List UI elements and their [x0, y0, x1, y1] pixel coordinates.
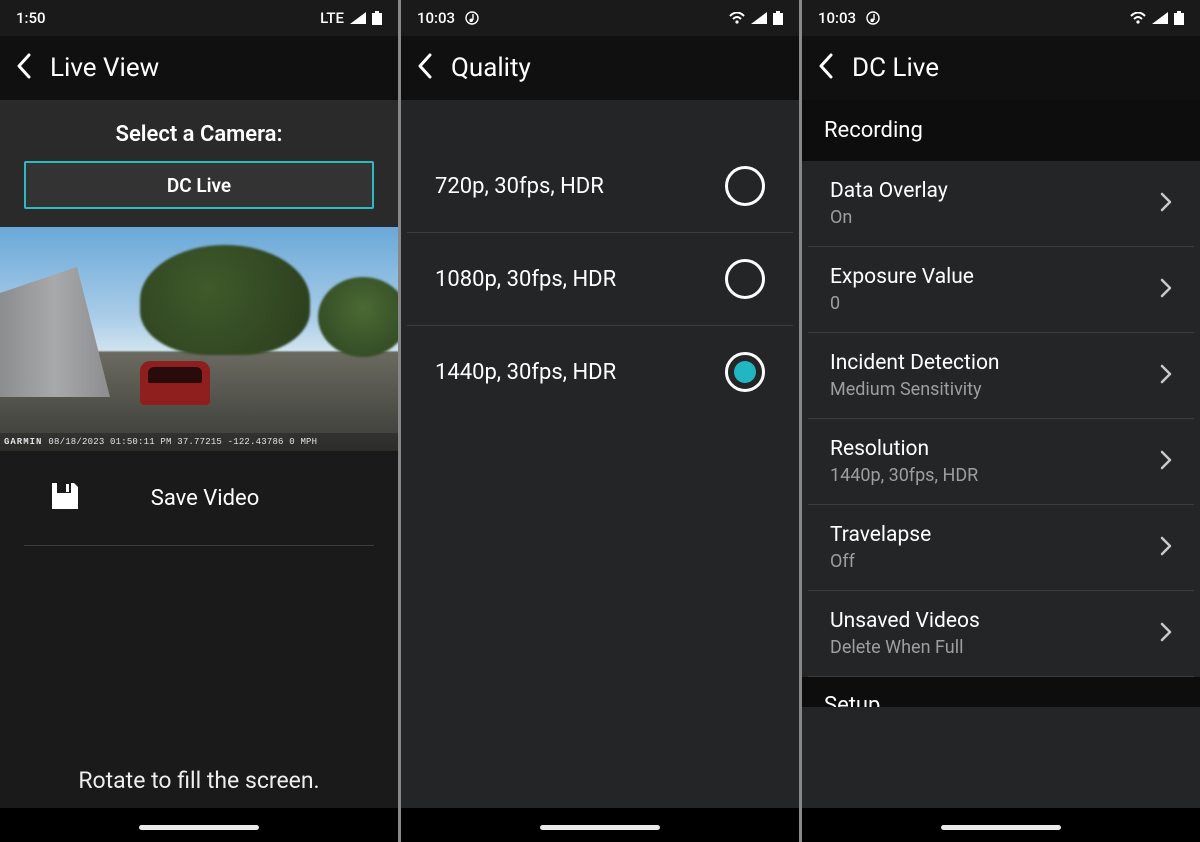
setting-name: Incident Detection [830, 351, 1000, 375]
radio-button[interactable] [725, 259, 765, 299]
chevron-right-icon [1160, 192, 1172, 216]
quality-option-label: 720p, 30fps, HDR [435, 174, 604, 199]
preview-overlay-text: 08/18/2023 01:50:11 PM 37.77215 -122.437… [48, 437, 317, 447]
quality-option[interactable]: 1440p, 30fps, HDR [407, 326, 793, 418]
setting-name: Unsaved Videos [830, 609, 980, 633]
radio-button[interactable] [725, 166, 765, 206]
chevron-right-icon [1160, 450, 1172, 474]
home-indicator[interactable] [139, 825, 259, 830]
status-bar: 10:03 [401, 0, 799, 36]
header: DC Live [802, 36, 1200, 100]
wifi-icon [1130, 12, 1146, 24]
status-time: 1:50 [16, 9, 46, 27]
chevron-left-icon [16, 53, 32, 79]
quality-option-label: 1080p, 30fps, HDR [435, 267, 616, 292]
setting-value: Delete When Full [830, 637, 980, 658]
preview-overlay-strip: GARMIN 08/18/2023 01:50:11 PM 37.77215 -… [0, 433, 398, 451]
quality-option[interactable]: 1080p, 30fps, HDR [407, 233, 793, 326]
live-preview[interactable]: GARMIN 08/18/2023 01:50:11 PM 37.77215 -… [0, 227, 398, 451]
rotate-hint: Rotate to fill the screen. [0, 767, 398, 794]
setting-value: 1440p, 30fps, HDR [830, 465, 978, 486]
camera-select-button[interactable]: DC Live [24, 161, 374, 209]
section-header-recording: Recording [802, 100, 1200, 161]
back-button[interactable] [417, 53, 433, 83]
status-bar: 10:03 [802, 0, 1200, 36]
camera-select-wrap: DC Live [0, 161, 398, 227]
setting-row[interactable]: Unsaved Videos Delete When Full [808, 591, 1194, 677]
signal-icon [1152, 12, 1168, 24]
signal-icon [751, 12, 767, 24]
page-title: DC Live [852, 53, 939, 83]
setting-row[interactable]: Incident Detection Medium Sensitivity [808, 333, 1194, 419]
save-video-button[interactable]: Save Video [24, 451, 374, 546]
signal-icon [350, 12, 366, 24]
header: Live View [0, 36, 398, 100]
setting-value: Off [830, 551, 931, 572]
setting-row[interactable]: Resolution 1440p, 30fps, HDR [808, 419, 1194, 505]
save-video-label: Save Video [60, 486, 350, 511]
chevron-right-icon [1160, 278, 1172, 302]
battery-icon [372, 11, 382, 25]
wifi-icon [729, 12, 745, 24]
setting-name: Exposure Value [830, 265, 974, 289]
setting-value: Medium Sensitivity [830, 379, 1000, 400]
page-title: Live View [50, 53, 159, 83]
back-button[interactable] [818, 53, 834, 83]
status-bar: 1:50 LTE [0, 0, 398, 36]
music-note-icon [465, 11, 479, 25]
home-indicator[interactable] [941, 825, 1061, 830]
setting-row[interactable]: Exposure Value 0 [808, 247, 1194, 333]
header: Quality [401, 36, 799, 100]
chevron-left-icon [818, 53, 834, 79]
setting-row[interactable]: Data Overlay On [808, 161, 1194, 247]
screen-dc-live-settings: 10:03 DC Live Recording Data Overlay On Ex… [802, 0, 1200, 842]
select-camera-label: Select a Camera: [0, 100, 398, 161]
settings-list: Data Overlay On Exposure Value 0 Incident De… [802, 161, 1200, 677]
chevron-left-icon [417, 53, 433, 79]
back-button[interactable] [16, 53, 32, 83]
radio-button[interactable] [725, 352, 765, 392]
setting-value: On [830, 207, 948, 228]
battery-icon [773, 11, 783, 25]
chevron-right-icon [1160, 536, 1172, 560]
status-time: 10:03 [417, 9, 455, 27]
quality-option[interactable]: 720p, 30fps, HDR [407, 140, 793, 233]
screen-quality: 10:03 Quality 720p, 30fps, HDR 1080p, 30f… [401, 0, 799, 842]
chevron-right-icon [1160, 622, 1172, 646]
home-indicator[interactable] [540, 825, 660, 830]
camera-select-text: DC Live [167, 174, 231, 197]
chevron-right-icon [1160, 364, 1172, 388]
screen-live-view: 1:50 LTE Live View Select a Camera: DC L… [0, 0, 398, 842]
setting-row[interactable]: Travelapse Off [808, 505, 1194, 591]
setting-name: Resolution [830, 437, 978, 461]
music-note-icon [866, 11, 880, 25]
page-title: Quality [451, 53, 531, 83]
setting-name: Data Overlay [830, 179, 948, 203]
section-header-setup: Setup [802, 677, 1200, 707]
battery-icon [1174, 11, 1184, 25]
status-network-label: LTE [320, 9, 344, 27]
quality-option-label: 1440p, 30fps, HDR [435, 360, 616, 385]
setting-value: 0 [830, 293, 974, 314]
quality-options-list: 720p, 30fps, HDR 1080p, 30fps, HDR 1440p, … [401, 100, 799, 842]
status-time: 10:03 [818, 9, 856, 27]
setting-name: Travelapse [830, 523, 931, 547]
preview-brand: GARMIN [4, 437, 42, 447]
